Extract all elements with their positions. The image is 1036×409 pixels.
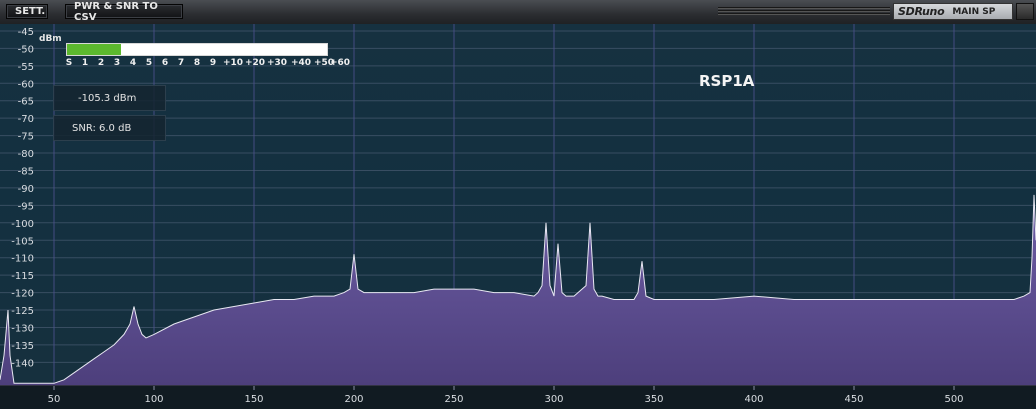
spectrum-plot[interactable]: -45 -50 -55 -60 -65 -70 -75 -80 -85 -90 -95 -100 -10…: [0, 24, 1036, 385]
window-control-button[interactable]: [1016, 3, 1034, 20]
y-tick-label: -85: [18, 166, 34, 177]
snr-value: SNR: 6.0 dB: [72, 122, 132, 134]
x-tick-label: 350: [644, 394, 663, 405]
settings-button[interactable]: SETT.: [6, 4, 48, 19]
s-meter-scale-label: S: [65, 58, 73, 68]
y-tick-label: -95: [18, 201, 34, 212]
y-tick-label: -105: [11, 236, 34, 247]
y-tick-label: -45: [18, 27, 34, 38]
snr-readout: SNR: 6.0 dB: [53, 115, 166, 141]
s-meter-scale-label: +40: [290, 58, 312, 68]
s-meter-scale-label: +60: [329, 58, 351, 68]
s-meter-bar: [66, 43, 328, 56]
spectrum-window: SETT. PWR & SNR TO CSV SDRuno MAIN SP -4…: [0, 0, 1036, 409]
y-tick-label: -50: [18, 44, 34, 55]
x-tick-label: 200: [344, 394, 363, 405]
y-tick-label: -120: [11, 289, 34, 300]
s-meter-scale-label: 4: [129, 58, 137, 68]
s-meter-scale-label: 1: [81, 58, 89, 68]
x-tick-label: 500: [944, 394, 963, 405]
y-tick-label: -140: [11, 358, 34, 369]
y-tick-label: -55: [18, 62, 34, 73]
s-meter-scale-label: 9: [209, 58, 217, 68]
power-value: -105.3 dBm: [78, 92, 137, 104]
meter-unit-label: dBm: [39, 34, 62, 44]
y-tick-label: -110: [11, 254, 34, 265]
x-tick-label: 150: [244, 394, 263, 405]
x-axis-ticks: 50 100 150 200 250 300 350 400 450 500: [48, 386, 964, 405]
x-tick-label: 50: [48, 394, 61, 405]
y-tick-label: -125: [11, 306, 34, 317]
device-name: RSP1A: [699, 72, 755, 90]
y-tick-label: -80: [18, 149, 34, 160]
y-tick-label: -65: [18, 97, 34, 108]
s-meter-scale-label: 7: [177, 58, 185, 68]
s-meter-scale-label: 3: [113, 58, 121, 68]
s-meter-scale-label: +10: [222, 58, 244, 68]
y-tick-label: -60: [18, 79, 34, 90]
x-axis: 50 100 150 200 250 300 350 400 450 500: [0, 385, 1036, 409]
y-tick-label: -135: [11, 341, 34, 352]
s-meter-scale-label: 8: [193, 58, 201, 68]
drag-grip[interactable]: [718, 7, 890, 17]
power-readout: -105.3 dBm: [53, 85, 166, 111]
x-tick-label: 450: [844, 394, 863, 405]
sdruno-logo: SDRuno: [898, 5, 945, 18]
x-tick-label: 400: [744, 394, 763, 405]
y-tick-label: -90: [18, 184, 34, 195]
s-meter-scale-label: 5: [145, 58, 153, 68]
window-name: MAIN SP: [952, 6, 996, 17]
x-tick-label: 100: [144, 394, 163, 405]
s-meter-scale: S 1 2 3 4 5 6 7 8 9 +10 +20 +30 +40 +50 +60: [65, 58, 350, 70]
s-meter-scale-label: +30: [266, 58, 288, 68]
y-tick-label: -115: [11, 271, 34, 282]
y-tick-label: -75: [18, 132, 34, 143]
s-meter-scale-label: 2: [97, 58, 105, 68]
s-meter-fill: [67, 44, 121, 55]
y-tick-label: -70: [18, 114, 34, 125]
y-tick-label: -130: [11, 323, 34, 334]
x-tick-label: 250: [444, 394, 463, 405]
y-tick-label: -100: [11, 219, 34, 230]
title-bar: SETT. PWR & SNR TO CSV SDRuno MAIN SP: [0, 0, 1036, 25]
s-meter-scale-label: +20: [244, 58, 266, 68]
s-meter-scale-label: 6: [161, 58, 169, 68]
x-tick-label: 300: [544, 394, 563, 405]
brand-badge: SDRuno MAIN SP: [893, 3, 1013, 20]
export-csv-button[interactable]: PWR & SNR TO CSV: [65, 1, 183, 23]
